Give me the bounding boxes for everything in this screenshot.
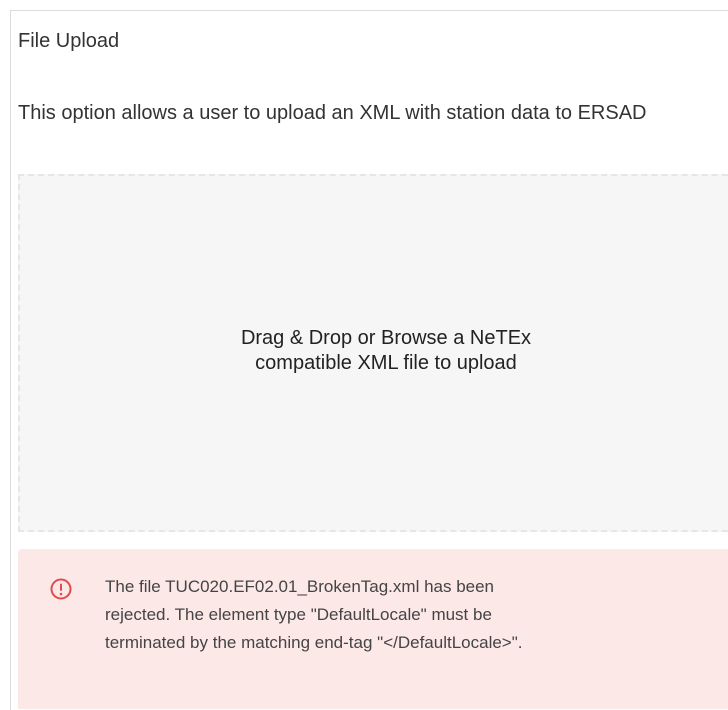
file-dropzone[interactable]: Drag & Drop or Browse a NeTEx compatible… <box>18 174 728 532</box>
exclamation-circle-icon <box>49 577 73 601</box>
alert-message: The file TUC020.EF02.01_BrokenTag.xml ha… <box>105 573 728 657</box>
alert-line-1: The file TUC020.EF02.01_BrokenTag.xml ha… <box>105 577 495 596</box>
panel-title: File Upload <box>18 30 120 52</box>
dropzone-line-2: compatible XML file to upload <box>255 352 517 374</box>
dropzone-line-1: Drag & Drop or Browse a NeTEx <box>240 327 532 349</box>
dropzone-instructions: Drag & Drop or Browse a NeTEx compatible… <box>20 326 728 376</box>
alert-line-2: rejected. The element type "DefaultLocal… <box>105 605 492 624</box>
panel-description: This option allows a user to upload an X… <box>18 102 647 124</box>
alert-line-3: terminated by the matching end-tag "</De… <box>105 633 523 652</box>
error-alert: The file TUC020.EF02.01_BrokenTag.xml ha… <box>18 549 728 709</box>
